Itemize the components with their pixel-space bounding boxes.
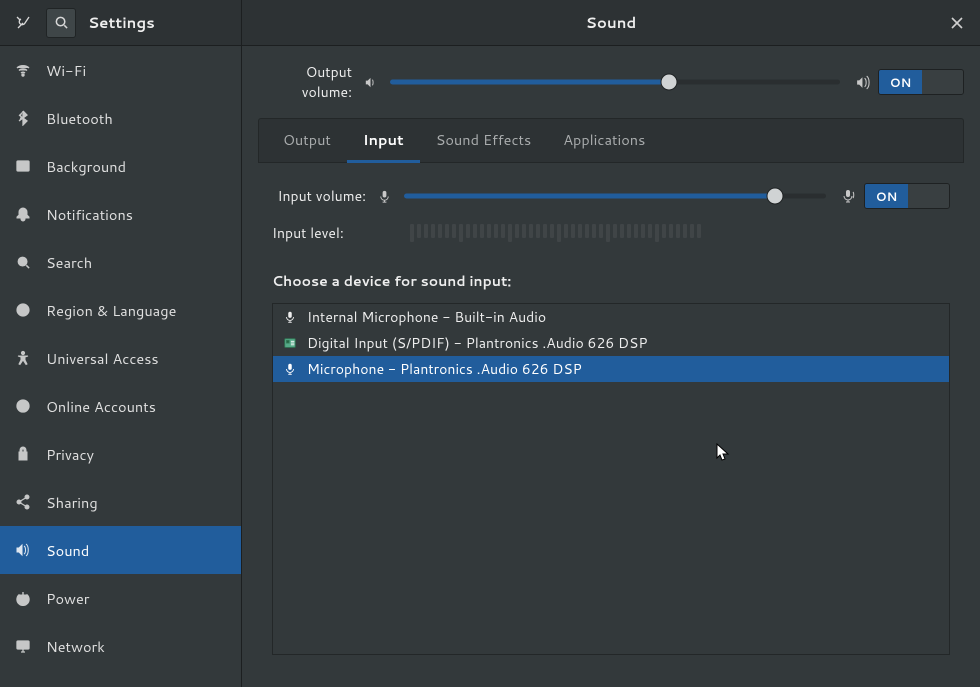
sidebar-item-universal-access[interactable]: Universal Access (0, 334, 241, 382)
tab-input[interactable]: Input (347, 119, 420, 163)
input-volume-slider[interactable] (404, 188, 826, 204)
accounts-icon (14, 397, 32, 415)
output-volume-slider[interactable] (390, 74, 840, 90)
sidebar: Settings Wi-Fi Bluetooth Background Notific… (0, 0, 242, 687)
main-body: Output volume: ON (242, 46, 980, 687)
output-volume-toggle[interactable]: ON (878, 69, 964, 95)
sidebar-item-label: Online Accounts (46, 396, 156, 417)
search-icon (14, 253, 32, 271)
sidebar-item-sound[interactable]: Sound (0, 526, 241, 574)
sidebar-item-label: Power (46, 588, 89, 609)
sidebar-item-label: Privacy (46, 444, 94, 465)
sidebar-item-label: Universal Access (46, 348, 159, 369)
device-item[interactable]: Digital Input (S/PDIF) - Plantronics .Au… (273, 330, 949, 356)
sidebar-item-background[interactable]: Background (0, 142, 241, 190)
tab-output[interactable]: Output (267, 119, 347, 162)
sidebar-item-label: Bluetooth (46, 108, 113, 129)
volume-low-icon (358, 75, 382, 90)
sidebar-item-label: Region & Language (46, 300, 176, 321)
sound-tabs: OutputInputSound EffectsApplications (258, 118, 964, 163)
output-volume-label: Output volume: (258, 62, 358, 102)
sidebar-item-online-accounts[interactable]: Online Accounts (0, 382, 241, 430)
input-level-meter (402, 224, 950, 242)
sidebar-item-wi-fi[interactable]: Wi-Fi (0, 46, 241, 94)
device-label: Microphone - Plantronics .Audio 626 DSP (307, 359, 582, 379)
mic-high-icon (834, 188, 864, 204)
network-icon (14, 637, 32, 655)
input-volume-row: Input volume: (272, 183, 950, 209)
sidebar-title: Settings (88, 12, 155, 33)
sidebar-item-bluetooth[interactable]: Bluetooth (0, 94, 241, 142)
bell-icon (14, 205, 32, 223)
sidebar-item-region-language[interactable]: Region & Language (0, 286, 241, 334)
access-icon (14, 349, 32, 367)
mic-low-icon (372, 189, 396, 204)
input-device-list: Internal Microphone - Built-in Audio Digi… (272, 303, 950, 655)
mic-icon (281, 360, 299, 378)
input-volume-toggle[interactable]: ON (864, 183, 950, 209)
sidebar-item-label: Sharing (46, 492, 98, 513)
sidebar-item-label: Search (46, 252, 92, 273)
device-item[interactable]: Internal Microphone - Built-in Audio (273, 304, 949, 330)
device-label: Internal Microphone - Built-in Audio (307, 307, 546, 327)
choose-device-label: Choose a device for sound input: (272, 271, 950, 291)
device-item[interactable]: Microphone - Plantronics .Audio 626 DSP (273, 356, 949, 382)
sidebar-item-label: Background (46, 156, 126, 177)
tools-icon[interactable] (8, 8, 38, 38)
search-button[interactable] (46, 8, 76, 38)
card-icon (281, 334, 299, 352)
output-volume-row: Output volume: ON (258, 62, 964, 102)
background-icon (14, 157, 32, 175)
page-title: Sound (586, 12, 637, 33)
tab-applications[interactable]: Applications (547, 119, 661, 162)
sidebar-header: Settings (0, 0, 241, 46)
input-volume-slider-wrap (396, 188, 834, 204)
globe-icon (14, 301, 32, 319)
share-icon (14, 493, 32, 511)
toggle-on-label: ON (879, 70, 922, 94)
input-volume-label: Input volume: (272, 186, 372, 206)
tab-sound-effects[interactable]: Sound Effects (420, 119, 548, 162)
main-panel: Sound Output volume: (242, 0, 980, 687)
settings-app: Settings Wi-Fi Bluetooth Background Notific… (0, 0, 980, 687)
input-level-row: Input level: (272, 223, 950, 243)
device-label: Digital Input (S/PDIF) - Plantronics .Au… (307, 333, 647, 353)
output-volume-slider-wrap (382, 74, 848, 90)
close-button[interactable] (934, 0, 980, 46)
sidebar-item-notifications[interactable]: Notifications (0, 190, 241, 238)
bluetooth-icon (14, 109, 32, 127)
privacy-icon (14, 445, 32, 463)
toggle-on-label: ON (865, 184, 908, 208)
sidebar-nav: Wi-Fi Bluetooth Background Notifications Sea… (0, 46, 241, 687)
sidebar-item-label: Notifications (46, 204, 133, 225)
sidebar-item-label: Network (46, 636, 105, 657)
mic-icon (281, 308, 299, 326)
main-header: Sound (242, 0, 980, 46)
power-icon (14, 589, 32, 607)
sidebar-item-privacy[interactable]: Privacy (0, 430, 241, 478)
sound-icon (14, 541, 32, 559)
sidebar-item-sharing[interactable]: Sharing (0, 478, 241, 526)
sidebar-item-search[interactable]: Search (0, 238, 241, 286)
sidebar-item-label: Wi-Fi (46, 60, 86, 81)
input-tab-body: Input volume: (258, 163, 964, 669)
input-level-label: Input level: (272, 223, 402, 243)
sidebar-item-network[interactable]: Network (0, 622, 241, 670)
sidebar-item-power[interactable]: Power (0, 574, 241, 622)
sidebar-item-label: Sound (46, 540, 89, 561)
volume-high-icon (848, 74, 878, 91)
wifi-icon (14, 61, 32, 79)
